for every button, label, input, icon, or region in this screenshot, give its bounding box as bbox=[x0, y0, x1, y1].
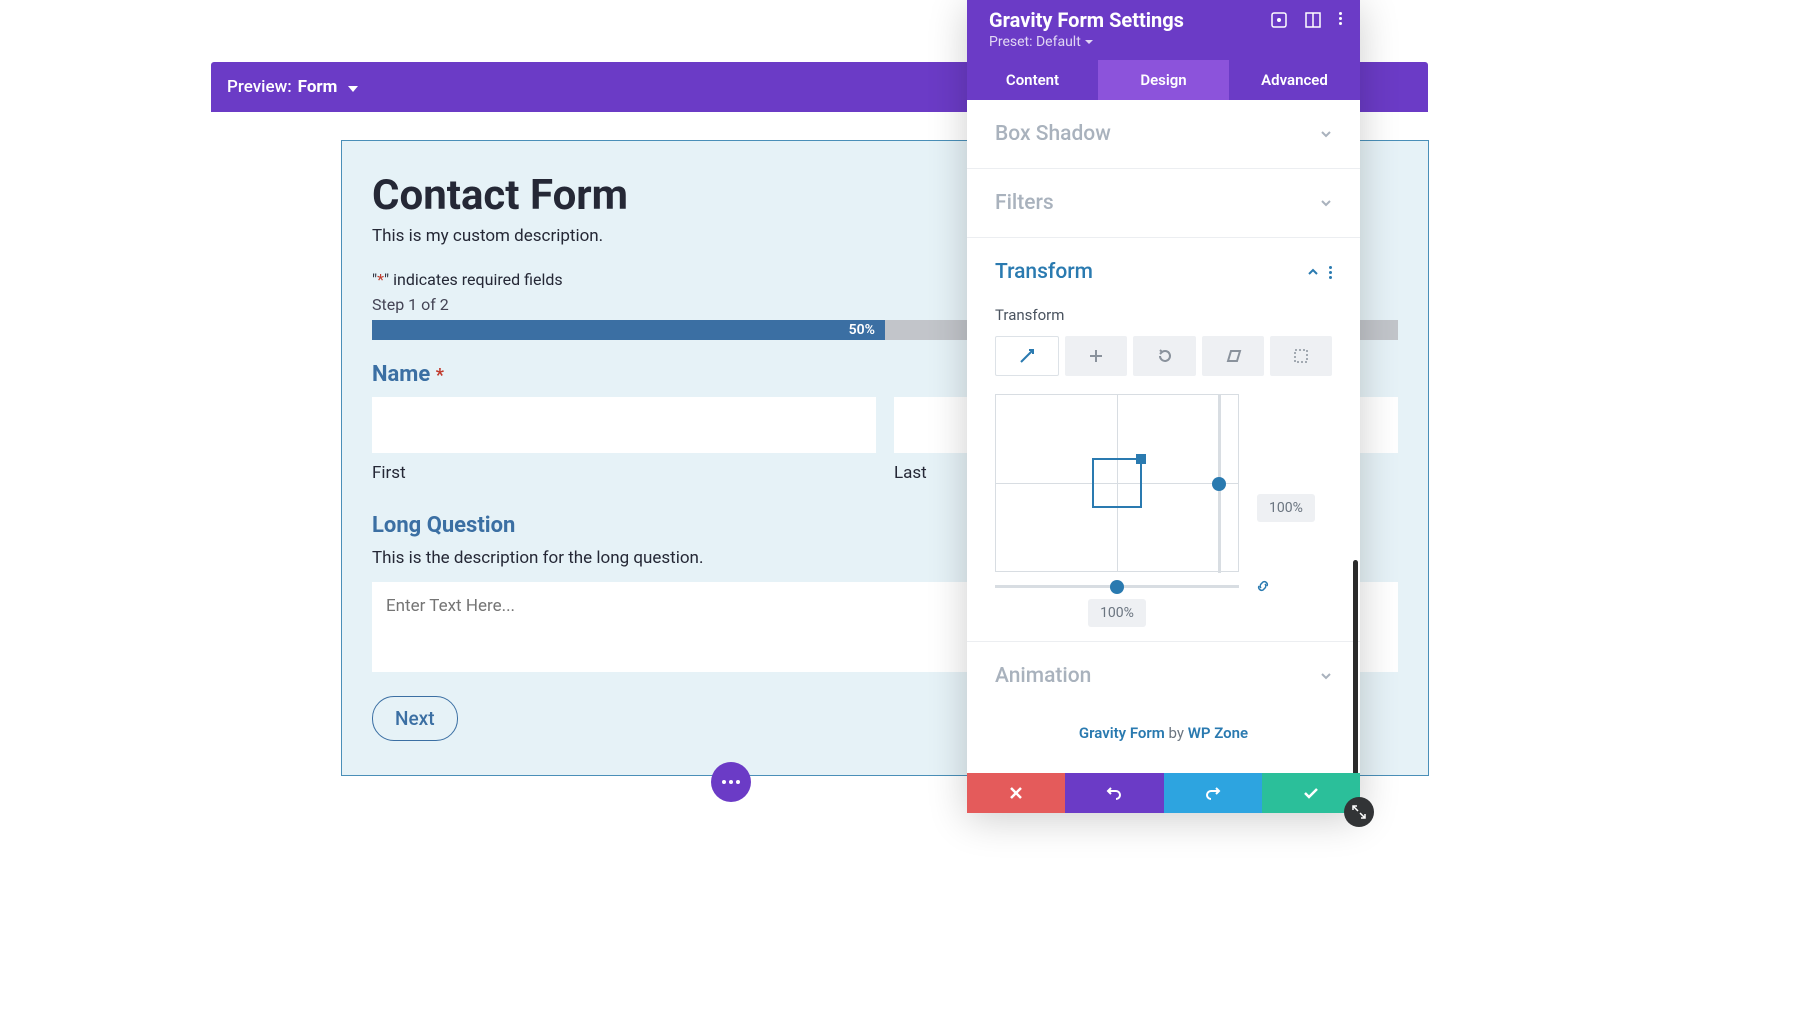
scale-handle[interactable] bbox=[1136, 454, 1146, 464]
transform-box[interactable] bbox=[1092, 458, 1142, 508]
section-options-icon[interactable] bbox=[1329, 266, 1332, 279]
tab-content[interactable]: Content bbox=[967, 60, 1098, 100]
dot-icon bbox=[736, 780, 740, 784]
builder-fab[interactable] bbox=[711, 762, 751, 802]
dot-icon bbox=[722, 780, 726, 784]
next-button[interactable]: Next bbox=[372, 696, 458, 741]
progress-fill: 50% bbox=[372, 320, 885, 340]
caret-down-icon bbox=[1085, 40, 1093, 44]
tab-advanced[interactable]: Advanced bbox=[1229, 60, 1360, 100]
first-name-sublabel: First bbox=[372, 463, 876, 483]
panel-header: Gravity Form Settings Preset: Default bbox=[967, 0, 1360, 60]
transform-tab-scale[interactable] bbox=[995, 336, 1059, 376]
horizontal-percent[interactable]: 100% bbox=[1088, 599, 1146, 627]
section-animation[interactable]: Animation bbox=[967, 642, 1360, 710]
transform-label: Transform bbox=[995, 306, 1332, 324]
kebab-menu-icon[interactable] bbox=[1339, 12, 1342, 28]
close-icon bbox=[1009, 786, 1023, 800]
help-icon[interactable] bbox=[1271, 12, 1287, 28]
plus-icon bbox=[1089, 349, 1103, 363]
transform-preview-grid[interactable] bbox=[995, 394, 1239, 572]
vertical-slider[interactable] bbox=[1210, 395, 1228, 573]
undo-icon bbox=[1106, 785, 1122, 801]
settings-panel: Gravity Form Settings Preset: Default Co… bbox=[967, 0, 1360, 813]
transform-tabs bbox=[995, 336, 1332, 376]
transform-tab-skew[interactable] bbox=[1202, 336, 1264, 376]
tab-design[interactable]: Design bbox=[1098, 60, 1229, 100]
discard-button[interactable] bbox=[967, 773, 1065, 813]
dot-icon bbox=[729, 780, 733, 784]
progress-percent: 50% bbox=[849, 322, 875, 338]
panel-body: Box Shadow Filters Transform Transform bbox=[967, 100, 1360, 773]
transform-tab-translate[interactable] bbox=[1065, 336, 1127, 376]
slider-thumb[interactable] bbox=[1110, 580, 1124, 594]
transform-tab-origin[interactable] bbox=[1270, 336, 1332, 376]
section-transform[interactable]: Transform bbox=[967, 238, 1360, 306]
preview-form-dropdown[interactable]: Form bbox=[298, 77, 358, 97]
transform-tab-rotate[interactable] bbox=[1133, 336, 1195, 376]
preview-label: Preview: bbox=[227, 77, 292, 97]
vertical-percent[interactable]: 100% bbox=[1257, 494, 1315, 522]
expand-icon bbox=[1352, 805, 1366, 819]
chevron-down-icon bbox=[1320, 197, 1332, 209]
slider-thumb[interactable] bbox=[1212, 477, 1226, 491]
author-link[interactable]: WP Zone bbox=[1188, 724, 1248, 742]
redo-icon bbox=[1205, 785, 1221, 801]
brand-link[interactable]: Gravity Form bbox=[1079, 724, 1165, 742]
redo-button[interactable] bbox=[1164, 773, 1262, 813]
skew-icon bbox=[1224, 349, 1242, 363]
transform-controls: Transform bbox=[967, 306, 1360, 641]
scale-icon bbox=[1018, 347, 1036, 365]
chevron-down-icon bbox=[1320, 128, 1332, 140]
panel-footer-credits: Gravity Form by WP Zone bbox=[967, 710, 1360, 772]
horizontal-slider[interactable] bbox=[995, 580, 1239, 594]
rotate-icon bbox=[1157, 348, 1173, 364]
expand-panel-button[interactable] bbox=[1344, 797, 1374, 827]
first-name-input[interactable] bbox=[372, 397, 876, 453]
preset-dropdown[interactable]: Preset: Default bbox=[989, 34, 1342, 50]
settings-tabs: Content Design Advanced bbox=[967, 60, 1360, 100]
preview-form-value: Form bbox=[298, 77, 338, 97]
transform-origin-wrap: 100% 100% bbox=[995, 394, 1332, 621]
section-filters[interactable]: Filters bbox=[967, 169, 1360, 237]
asterisk-icon: * bbox=[377, 270, 384, 289]
chevron-up-icon bbox=[1307, 266, 1319, 278]
undo-button[interactable] bbox=[1065, 773, 1163, 813]
panel-action-bar bbox=[967, 773, 1360, 813]
chevron-down-icon bbox=[1320, 670, 1332, 682]
check-icon bbox=[1303, 786, 1319, 800]
scrollbar-thumb[interactable] bbox=[1353, 560, 1358, 773]
panel-title: Gravity Form Settings bbox=[989, 8, 1184, 32]
snap-icon[interactable] bbox=[1305, 12, 1321, 28]
origin-icon bbox=[1293, 348, 1309, 364]
section-box-shadow[interactable]: Box Shadow bbox=[967, 100, 1360, 168]
caret-down-icon bbox=[348, 86, 358, 92]
